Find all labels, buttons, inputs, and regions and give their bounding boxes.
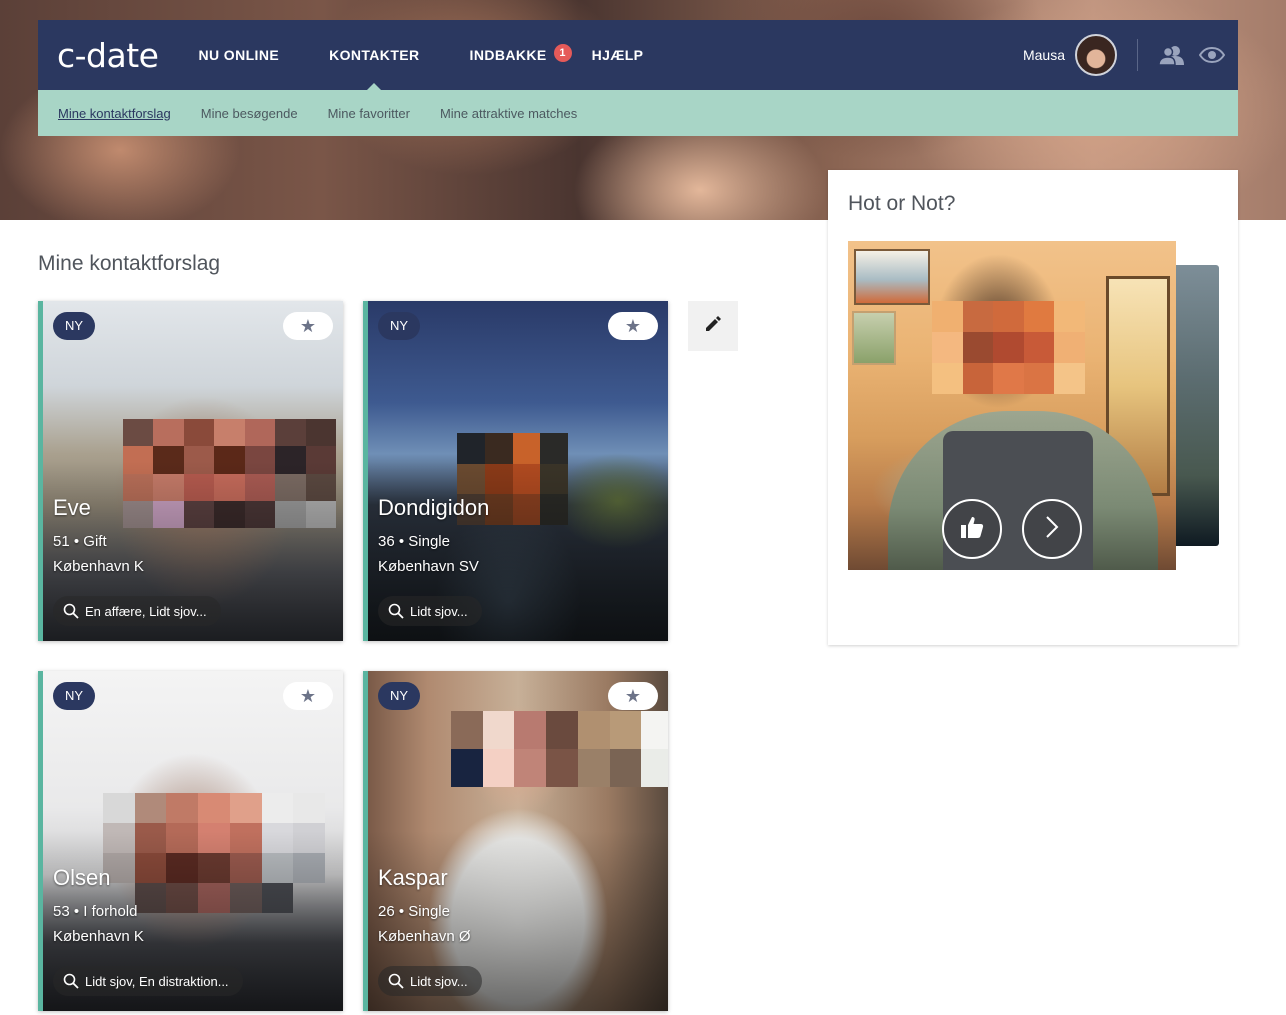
nav-item-hjaelp[interactable]: HJÆLP — [592, 20, 644, 90]
card-city: København K — [53, 928, 144, 945]
like-button[interactable] — [942, 499, 1002, 559]
nav-item-kontakter[interactable]: KONTAKTER — [329, 20, 419, 90]
nav-item-label: NU ONLINE — [198, 47, 280, 63]
card-accent — [363, 671, 368, 1011]
card-city: København Ø — [378, 928, 471, 945]
eye-icon[interactable] — [1198, 41, 1226, 69]
card-accent — [363, 301, 368, 641]
new-badge: NY — [378, 312, 421, 340]
star-plus-icon: ★ — [624, 315, 642, 336]
card-age-status: 26 • Single — [378, 903, 450, 920]
profile-card[interactable]: NY ★ Eve 51 • Gift København K En affære… — [38, 301, 343, 641]
card-city: København SV — [378, 558, 479, 575]
add-favorite-button[interactable]: ★ — [283, 312, 333, 340]
nav-item-label: INDBAKKE — [469, 47, 547, 63]
profile-card[interactable]: NY ★ Dondigidon 36 • Single København SV… — [363, 301, 668, 641]
hot-or-not-photo — [848, 241, 1176, 570]
inbox-count-badge: 1 — [553, 44, 572, 62]
card-city: København K — [53, 558, 144, 575]
sub-navigation: Mine kontaktforslag Mine besøgende Mine … — [38, 90, 1238, 136]
card-age-status: 51 • Gift — [53, 533, 107, 550]
new-badge: NY — [53, 312, 96, 340]
wall-painting — [852, 311, 896, 365]
search-icon — [388, 973, 404, 989]
username[interactable]: Mausa — [1023, 47, 1065, 63]
next-button[interactable] — [1022, 499, 1082, 559]
card-age-status: 36 • Single — [378, 533, 450, 550]
nav-item-label: HJÆLP — [591, 47, 644, 63]
star-plus-icon: ★ — [624, 685, 642, 706]
card-search-label: En affære, Lidt sjov... — [85, 603, 207, 619]
subnav-item-attraktive-matches[interactable]: Mine attraktive matches — [440, 106, 577, 121]
hot-or-not-panel: Hot or Not? — [828, 170, 1238, 645]
card-name[interactable]: Eve — [53, 495, 91, 521]
search-icon — [63, 973, 79, 989]
card-name[interactable]: Kaspar — [378, 865, 448, 891]
top-navigation: c-date NU ONLINE KONTAKTER INDBAKKE 1 HJ… — [38, 20, 1238, 90]
card-search-label: Lidt sjov... — [410, 973, 468, 989]
nav-divider — [1137, 39, 1138, 71]
user-area: Mausa — [1023, 20, 1238, 90]
nav-item-indbakke[interactable]: INDBAKKE 1 — [470, 20, 572, 90]
c-date-logo[interactable]: c-date — [57, 36, 159, 75]
subnav-item-kontaktforslag[interactable]: Mine kontaktforslag — [58, 106, 171, 121]
pixelated-face — [932, 301, 1085, 394]
profile-card[interactable]: NY ★ Kaspar 26 • Single København Ø Lidt… — [363, 671, 668, 1011]
add-favorite-button[interactable]: ★ — [608, 312, 658, 340]
card-name[interactable]: Dondigidon — [378, 495, 489, 521]
wall-painting — [854, 249, 930, 305]
subnav-item-besogende[interactable]: Mine besøgende — [201, 106, 298, 121]
chevron-right-icon — [1042, 514, 1062, 545]
nav-item-nu-online[interactable]: NU ONLINE — [198, 20, 279, 90]
search-icon — [388, 603, 404, 619]
star-plus-icon: ★ — [299, 315, 317, 336]
add-favorite-button[interactable]: ★ — [608, 682, 658, 710]
card-search-pill: Lidt sjov... — [378, 966, 482, 996]
new-badge: NY — [53, 682, 96, 710]
edit-suggestions-button[interactable] — [688, 301, 738, 351]
card-accent — [38, 301, 43, 641]
card-search-pill: En affære, Lidt sjov... — [53, 596, 221, 626]
card-age-status: 53 • I forhold — [53, 903, 138, 920]
contacts-icon[interactable] — [1158, 41, 1186, 69]
card-search-label: Lidt sjov, En distraktion... — [85, 973, 229, 989]
avatar[interactable] — [1075, 34, 1117, 76]
add-favorite-button[interactable]: ★ — [283, 682, 333, 710]
new-badge: NY — [378, 682, 421, 710]
search-icon — [63, 603, 79, 619]
page-title: Mine kontaktforslag — [38, 252, 221, 275]
profile-card[interactable]: NY ★ Olsen 53 • I forhold København K Li… — [38, 671, 343, 1011]
card-name[interactable]: Olsen — [53, 865, 110, 891]
card-search-pill: Lidt sjov, En distraktion... — [53, 966, 243, 996]
nav-item-label: KONTAKTER — [329, 47, 420, 63]
card-accent — [38, 671, 43, 1011]
hot-or-not-title: Hot or Not? — [848, 192, 956, 215]
card-search-pill: Lidt sjov... — [378, 596, 482, 626]
star-plus-icon: ★ — [299, 685, 317, 706]
thumbs-up-icon — [959, 514, 985, 545]
pixelated-face — [451, 711, 668, 787]
card-search-label: Lidt sjov... — [410, 603, 468, 619]
main-menu: NU ONLINE KONTAKTER INDBAKKE 1 HJÆLP — [198, 20, 643, 90]
pencil-icon — [704, 315, 722, 338]
subnav-item-favoritter[interactable]: Mine favoritter — [328, 106, 410, 121]
